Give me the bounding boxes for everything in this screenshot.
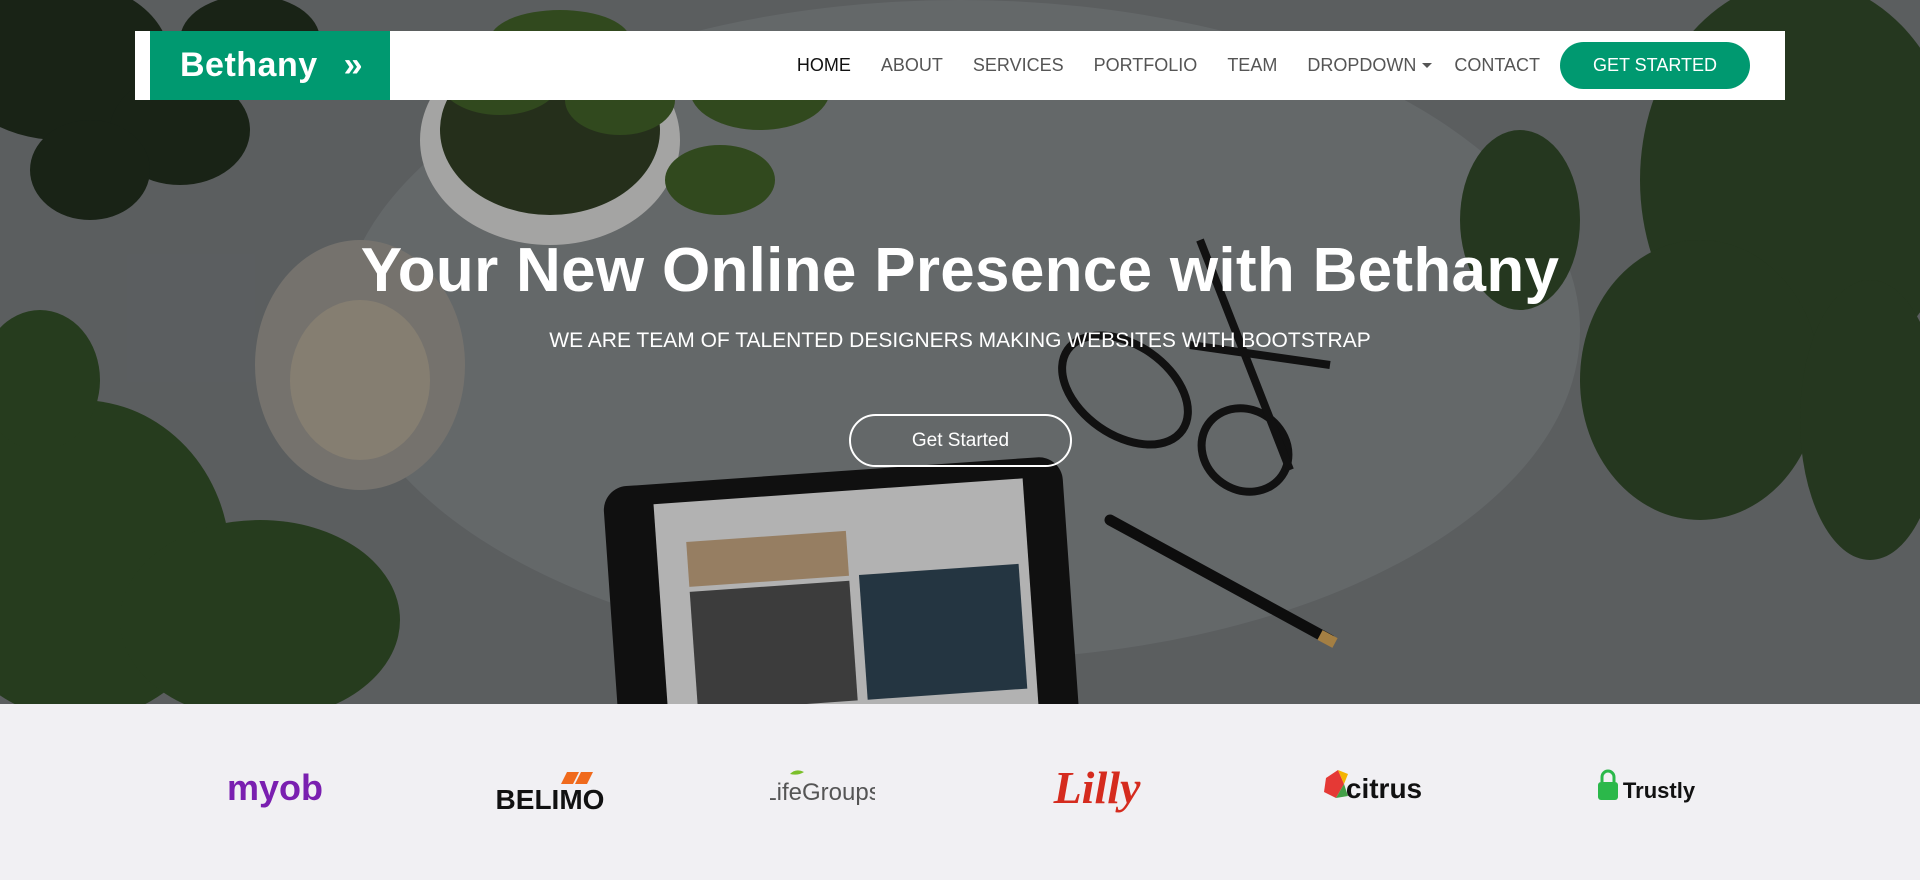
get-started-button[interactable]: GET STARTED <box>1560 42 1750 89</box>
nav-item-label: PORTFOLIO <box>1093 55 1198 75</box>
hero-section: Your New Online Presence with Bethany WE… <box>0 0 1920 704</box>
nav-item-label: SERVICES <box>972 55 1064 75</box>
nav-item-contact[interactable]: CONTACT <box>1454 55 1540 76</box>
nav-item-home[interactable]: HOME <box>797 55 851 76</box>
caret-down-icon <box>1422 63 1433 68</box>
hero-get-started-button[interactable]: Get Started <box>849 414 1072 467</box>
client-logo-myob[interactable]: myob <box>225 754 325 824</box>
client-logo-text: LifeGroups <box>770 779 875 806</box>
nav-item-portfolio[interactable]: PORTFOLIO <box>1094 55 1198 76</box>
nav-item-label: HOME <box>796 55 851 75</box>
belimo-logo: BELIMO <box>496 772 605 814</box>
nav-item-team[interactable]: TEAM <box>1227 55 1277 76</box>
client-logo-lilly[interactable]: Lilly <box>1045 754 1150 824</box>
client-logo-text: BELIMO <box>496 784 605 814</box>
client-logo-text: citrus <box>1346 773 1422 804</box>
chevron-double-right-icon: » <box>343 46 364 84</box>
trustly-logo: Trustly <box>1598 769 1696 803</box>
brand-logo[interactable]: Bethany » <box>150 31 390 100</box>
hero-title: Your New Online Presence with Bethany <box>360 236 1560 305</box>
hero-subtitle: WE ARE TEAM OF TALENTED DESIGNERS MAKING… <box>549 329 1371 352</box>
client-logo-trustly[interactable]: Trustly <box>1595 754 1700 824</box>
client-logo-lifegroups[interactable]: LifeGroups <box>770 754 875 824</box>
client-logo-belimo[interactable]: BELIMO <box>495 754 605 824</box>
nav-item-about[interactable]: ABOUT <box>881 55 943 76</box>
nav-item-label: ABOUT <box>880 55 943 75</box>
client-logo-text: Trustly <box>1623 778 1696 803</box>
site-header: Bethany » HOME ABOUT SERVICES PORTFOLIO … <box>135 31 1785 100</box>
myob-logo: myob <box>227 767 323 808</box>
nav-item-label: TEAM <box>1227 55 1278 75</box>
nav-item-services[interactable]: SERVICES <box>973 55 1064 76</box>
brand-name: Bethany <box>180 46 318 84</box>
lilly-logo: Lilly <box>1053 762 1141 813</box>
clients-section: myob BELIMO LifeGroups Lilly citrus <box>0 704 1920 880</box>
nav-item-dropdown[interactable]: DROPDOWN <box>1307 55 1433 76</box>
client-logo-citrus[interactable]: citrus <box>1322 754 1422 824</box>
client-logo-text: Lilly <box>1053 762 1141 813</box>
citrus-logo: citrus <box>1324 770 1422 804</box>
nav-item-label: DROPDOWN <box>1307 55 1417 75</box>
client-logo-text: myob <box>227 767 323 808</box>
nav-item-label: CONTACT <box>1454 55 1540 75</box>
main-nav: HOME ABOUT SERVICES PORTFOLIO TEAM DROPD… <box>767 31 1750 100</box>
lifegroups-logo: LifeGroups <box>770 770 875 806</box>
